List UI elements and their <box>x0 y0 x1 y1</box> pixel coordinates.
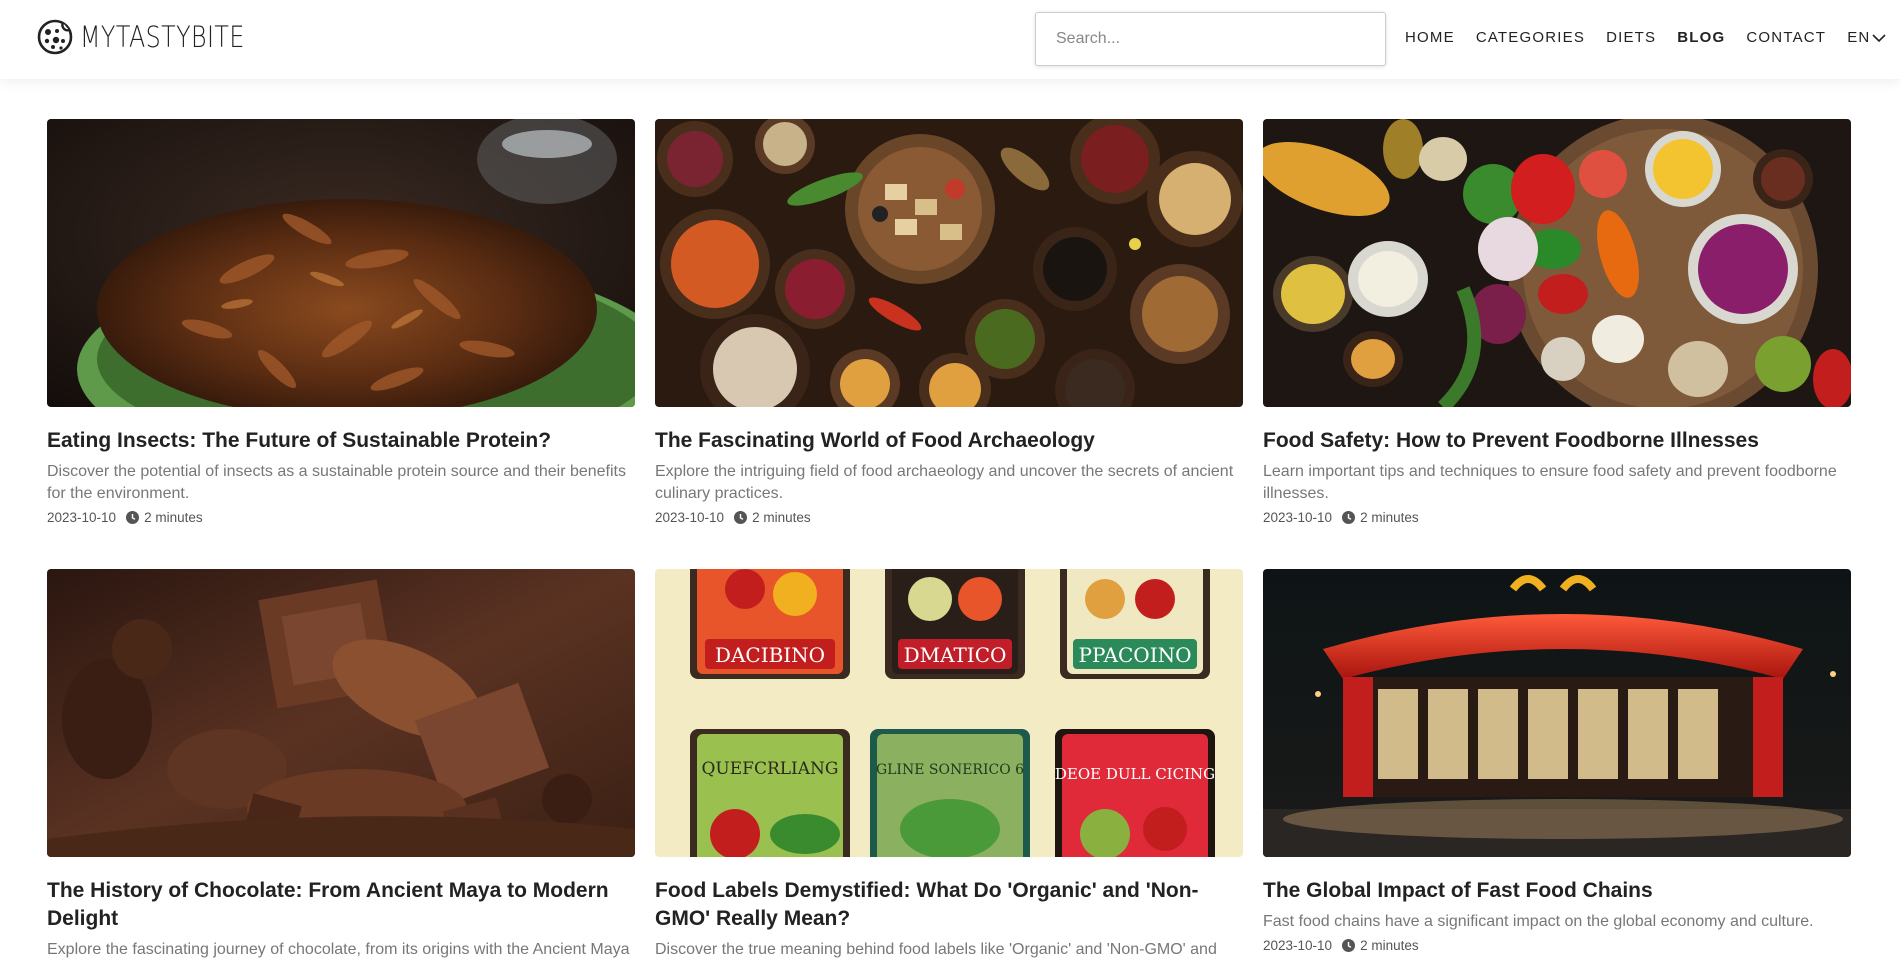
post-description: Explore the fascinating journey of choco… <box>47 941 630 958</box>
post-image-food-labels: DACIBINO DMATICO PPACOINO QUEFCRLIANG GL… <box>655 569 1243 857</box>
site-header: MYTASTYBITE HOME CATEGORIES DIETS BLOG C… <box>0 0 1901 79</box>
language-label: EN <box>1847 29 1871 46</box>
post-card[interactable]: The Global Impact of Fast Food Chains Fa… <box>1263 569 1851 953</box>
post-read-time: 2 minutes <box>752 510 811 525</box>
nav-diets[interactable]: DIETS <box>1606 29 1656 46</box>
clock-icon <box>734 511 748 524</box>
post-title: Food Labels Demystified: What Do 'Organi… <box>655 879 1199 930</box>
post-date: 2023-10-10 <box>655 510 725 525</box>
post-title: Eating Insects: The Future of Sustainabl… <box>47 429 552 452</box>
post-image-insects <box>47 119 635 407</box>
clock-icon <box>1342 939 1356 952</box>
label-text-2: DMATICO <box>904 643 1007 667</box>
label-text-4: QUEFCRLIANG <box>701 759 838 779</box>
post-title: The Global Impact of Fast Food Chains <box>1263 879 1653 902</box>
post-card[interactable]: DACIBINO DMATICO PPACOINO QUEFCRLIANG GL… <box>655 569 1243 961</box>
post-date: 2023-10-10 <box>1263 938 1333 953</box>
nav-home[interactable]: HOME <box>1405 29 1455 46</box>
post-read-time: 2 minutes <box>1360 510 1419 525</box>
brand-name: MYTASTYBITE <box>80 20 245 54</box>
post-date: 2023-10-10 <box>1263 510 1333 525</box>
post-title: Food Safety: How to Prevent Foodborne Il… <box>1263 429 1759 452</box>
post-description: Fast food chains have a significant impa… <box>1263 913 1814 930</box>
post-meta: 2023-10-10 2 minutes <box>655 510 1243 525</box>
language-selector[interactable]: EN <box>1847 29 1887 46</box>
post-card[interactable]: Food Safety: How to Prevent Foodborne Il… <box>1263 119 1851 525</box>
label-text-3: PPACOINO <box>1078 643 1191 667</box>
label-text-6: DEOE DULL CICING <box>1055 765 1215 783</box>
post-title: The History of Chocolate: From Ancient M… <box>47 879 609 930</box>
logo[interactable]: MYTASTYBITE <box>36 18 281 56</box>
label-text-1: DACIBINO <box>715 643 825 667</box>
post-image-fast-food <box>1263 569 1851 857</box>
post-meta: 2023-10-10 2 minutes <box>47 510 635 525</box>
label-text-5: GLINE SONERICO 6 <box>876 762 1024 778</box>
post-card[interactable]: The Fascinating World of Food Archaeolog… <box>655 119 1243 525</box>
post-image-vegetables <box>1263 119 1851 407</box>
search-input[interactable] <box>1035 12 1386 66</box>
post-meta: 2023-10-10 2 minutes <box>1263 510 1851 525</box>
post-image-chocolate <box>47 569 635 857</box>
post-meta: 2023-10-10 2 minutes <box>1263 938 1851 953</box>
post-title: The Fascinating World of Food Archaeolog… <box>655 429 1095 452</box>
nav-categories[interactable]: CATEGORIES <box>1476 29 1585 46</box>
post-date: 2023-10-10 <box>47 510 117 525</box>
post-description: Learn important tips and techniques to e… <box>1263 463 1837 502</box>
post-card[interactable]: The History of Chocolate: From Ancient M… <box>47 569 635 961</box>
post-description: Discover the true meaning behind food la… <box>655 941 1217 958</box>
post-read-time: 2 minutes <box>1360 938 1419 953</box>
post-description: Explore the intriguing field of food arc… <box>655 463 1234 502</box>
main-nav: HOME CATEGORIES DIETS BLOG CONTACT EN <box>1405 29 1887 46</box>
clock-icon <box>126 511 140 524</box>
post-card[interactable]: Eating Insects: The Future of Sustainabl… <box>47 119 635 525</box>
chevron-down-icon <box>1872 33 1887 42</box>
nav-contact[interactable]: CONTACT <box>1746 29 1826 46</box>
cookie-icon <box>37 19 73 55</box>
post-read-time: 2 minutes <box>144 510 203 525</box>
clock-icon <box>1342 511 1356 524</box>
post-image-spices <box>655 119 1243 407</box>
nav-blog[interactable]: BLOG <box>1677 29 1725 46</box>
post-description: Discover the potential of insects as a s… <box>47 463 626 502</box>
